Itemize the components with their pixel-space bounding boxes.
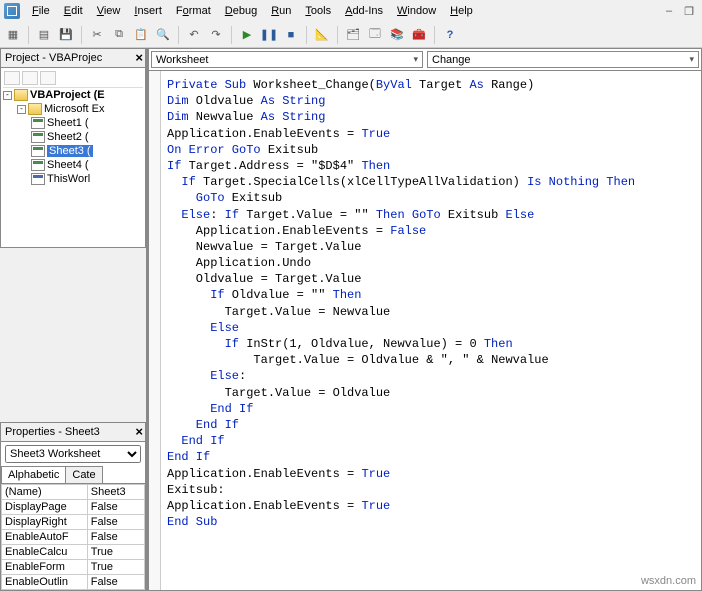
tab-alphabetic[interactable]: Alphabetic [1, 466, 66, 483]
properties-icon[interactable]: 🗔 [366, 26, 384, 44]
expander-icon[interactable]: - [17, 105, 26, 114]
code-editor[interactable]: Private Sub Worksheet_Change(ByVal Targe… [149, 71, 701, 590]
project-icon [14, 89, 28, 101]
tree-root[interactable]: - VBAProject (E [3, 88, 143, 102]
find-icon[interactable]: 🔍 [154, 26, 172, 44]
close-project-panel-icon[interactable]: × [135, 50, 143, 65]
view-excel-icon[interactable]: ▦ [4, 26, 22, 44]
properties-panel-label: Properties - Sheet3 [5, 426, 100, 438]
menu-run[interactable]: Run [265, 3, 297, 19]
workbook-icon [31, 173, 45, 185]
menu-help[interactable]: Help [444, 3, 479, 19]
cut-icon[interactable]: ✂ [88, 26, 106, 44]
menu-edit[interactable]: Edit [58, 3, 89, 19]
menu-window[interactable]: Window [391, 3, 442, 19]
prop-row: DisplayRightFalse [2, 515, 145, 530]
help-icon[interactable]: ? [441, 26, 459, 44]
prop-row: DisplayPageFalse [2, 500, 145, 515]
sheet-icon [31, 159, 45, 171]
prop-row: EnableOutlinFalse [2, 575, 145, 590]
tree-view-object-icon[interactable] [22, 71, 38, 85]
window-restore-icon[interactable]: ❐ [680, 2, 698, 20]
window-minimize-icon[interactable]: – [660, 2, 678, 20]
chevron-down-icon: ▾ [413, 54, 418, 65]
save-icon[interactable]: 💾 [57, 26, 75, 44]
tree-toggle-folders-icon[interactable] [40, 71, 56, 85]
prop-row: (Name)Sheet3 [2, 485, 145, 500]
procedure-dropdown-label: Change [432, 54, 471, 66]
prop-row: EnableAutoFFalse [2, 530, 145, 545]
menu-addins[interactable]: Add-Ins [339, 3, 389, 19]
tree-item-label: Sheet4 ( [47, 159, 89, 171]
tree-item-sheet4[interactable]: Sheet4 ( [3, 158, 143, 172]
procedure-dropdown[interactable]: Change ▾ [427, 51, 699, 68]
tree-folder[interactable]: - Microsoft Ex [3, 102, 143, 116]
sheet-icon [31, 117, 45, 129]
break-icon[interactable]: ❚❚ [260, 26, 278, 44]
redo-icon[interactable]: ↷ [207, 26, 225, 44]
sheet-icon [31, 145, 45, 157]
expander-icon[interactable]: - [3, 91, 12, 100]
app-icon [4, 3, 20, 19]
watermark: wsxdn.com [641, 575, 696, 587]
tree-item-label: Sheet3 ( [47, 145, 93, 157]
close-properties-panel-icon[interactable]: × [135, 424, 143, 439]
menu-tools[interactable]: Tools [299, 3, 337, 19]
tree-folder-label: Microsoft Ex [44, 103, 105, 115]
tab-categorized[interactable]: Cate [65, 466, 102, 483]
properties-body: Sheet3 Worksheet Alphabetic Cate (Name)S… [0, 442, 146, 591]
prop-row: EnableCalcuTrue [2, 545, 145, 560]
tree-item-thisworkbook[interactable]: ThisWorl [3, 172, 143, 186]
tree-view-code-icon[interactable] [4, 71, 20, 85]
menu-debug[interactable]: Debug [219, 3, 263, 19]
tree-item-label: Sheet2 ( [47, 131, 89, 143]
paste-icon[interactable]: 📋 [132, 26, 150, 44]
project-explorer-icon[interactable]: 🗂 [344, 26, 362, 44]
menu-insert[interactable]: Insert [128, 3, 168, 19]
project-tree: - VBAProject (E - Microsoft Ex Sheet1 ( … [0, 68, 146, 248]
prop-row: EnableFormTrue [2, 560, 145, 575]
undo-icon[interactable]: ↶ [185, 26, 203, 44]
tree-item-label: ThisWorl [47, 173, 90, 185]
reset-icon[interactable]: ■ [282, 26, 300, 44]
tree-item-label: Sheet1 ( [47, 117, 89, 129]
insert-module-icon[interactable]: ▤ [35, 26, 53, 44]
project-panel-label: Project - VBAProjec [5, 52, 102, 64]
properties-table: (Name)Sheet3 DisplayPageFalse DisplayRig… [1, 484, 145, 590]
folder-icon [28, 103, 42, 115]
object-dropdown[interactable]: Worksheet ▾ [151, 51, 423, 68]
chevron-down-icon: ▾ [689, 54, 694, 65]
menu-view[interactable]: View [91, 3, 127, 19]
design-mode-icon[interactable]: 📐 [313, 26, 331, 44]
run-icon[interactable]: ▶ [238, 26, 256, 44]
copy-icon[interactable]: ⧉ [110, 26, 128, 44]
menu-format[interactable]: Format [170, 3, 217, 19]
tree-root-label: VBAProject (E [30, 89, 105, 101]
object-dropdown-label: Worksheet [156, 54, 208, 66]
tree-item-sheet1[interactable]: Sheet1 ( [3, 116, 143, 130]
menu-file[interactable]: FFileile [26, 3, 56, 19]
properties-panel-title: Properties - Sheet3 × [0, 422, 146, 442]
code-window: Worksheet ▾ Change ▾ Private Sub Workshe… [148, 48, 702, 591]
tree-item-sheet2[interactable]: Sheet2 ( [3, 130, 143, 144]
toolbox-icon[interactable]: 🧰 [410, 26, 428, 44]
tree-item-sheet3[interactable]: Sheet3 ( [3, 144, 143, 158]
sheet-icon [31, 131, 45, 143]
toolbar: ▦ ▤ 💾 ✂ ⧉ 📋 🔍 ↶ ↷ ▶ ❚❚ ■ 📐 🗂 🗔 📚 🧰 ? [0, 22, 702, 48]
menu-bar: FFileile Edit View Insert Format Debug R… [0, 0, 702, 22]
object-browser-icon[interactable]: 📚 [388, 26, 406, 44]
properties-object-combo[interactable]: Sheet3 Worksheet [5, 445, 141, 463]
project-panel-title: Project - VBAProjec × [0, 48, 146, 68]
